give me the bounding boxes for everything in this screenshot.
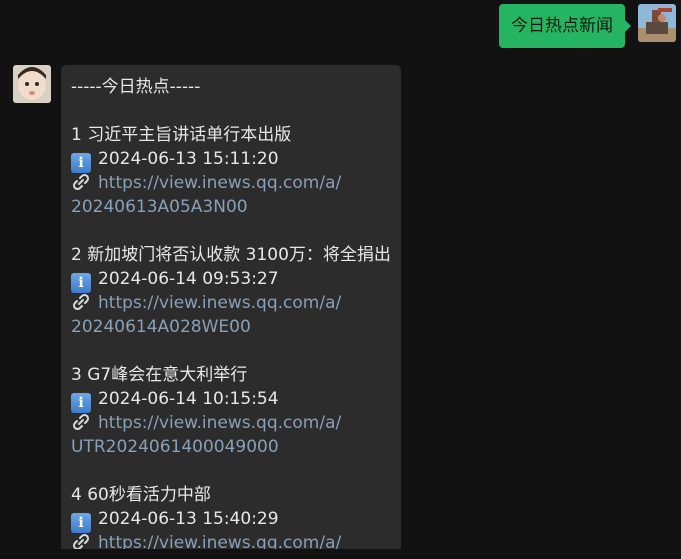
news-item-link-line: https://view.inews.qq.com/a/ — [71, 291, 401, 315]
link-icon — [72, 413, 90, 431]
news-header: -----今日热点----- — [71, 77, 201, 97]
outgoing-message-row: 今日热点新闻 — [499, 4, 676, 48]
news-item-link[interactable]: https://view.inews.qq.com/a/ — [98, 173, 341, 193]
news-item-time-line: i 2024-06-13 15:40:29 — [71, 507, 401, 533]
link-icon — [72, 293, 90, 311]
news-item-time: 2024-06-14 10:15:54 — [98, 389, 279, 409]
bot-avatar[interactable] — [13, 65, 51, 103]
news-item-link-line: https://view.inews.qq.com/a/ — [71, 171, 401, 195]
incoming-message-row: -----今日热点----- 1 习近平主旨讲话单行本出版 i 2024-06-1… — [13, 65, 401, 559]
news-item-title: 3 G7峰会在意大利举行 — [71, 365, 248, 385]
incoming-message-bubble[interactable]: -----今日热点----- 1 习近平主旨讲话单行本出版 i 2024-06-1… — [61, 65, 401, 559]
chat-window: 今日热点新闻 -----今日热点----- 1 习近平主旨讲话单行本出版 i 2… — [0, 0, 681, 559]
news-item-time: 2024-06-13 15:40:29 — [98, 509, 279, 529]
news-item-time-line: i 2024-06-14 09:53:27 — [71, 267, 401, 293]
news-item-link-line: https://view.inews.qq.com/a/ — [71, 411, 401, 435]
news-item-time-line: i 2024-06-13 15:11:20 — [71, 147, 401, 173]
chat-bottom-edge — [0, 549, 681, 559]
news-item-title: 2 新加坡门将否认收款 3100万：将全捐出 — [71, 245, 391, 265]
info-icon: i — [71, 273, 91, 293]
info-icon: i — [71, 153, 91, 173]
outgoing-message-text: 今日热点新闻 — [511, 16, 613, 36]
news-item-link-cont[interactable]: UTR2024061400049000 — [71, 435, 401, 459]
outgoing-message-bubble[interactable]: 今日热点新闻 — [499, 4, 631, 48]
news-item-link-cont[interactable]: 20240613A05A3N00 — [71, 195, 401, 219]
news-item-link[interactable]: https://view.inews.qq.com/a/ — [98, 413, 341, 433]
news-item-link-cont[interactable]: 20240614A028WE00 — [71, 315, 401, 339]
link-icon — [72, 173, 90, 191]
news-item-time: 2024-06-13 15:11:20 — [98, 149, 279, 169]
info-icon: i — [71, 393, 91, 413]
news-item-title: 1 习近平主旨讲话单行本出版 — [71, 125, 292, 145]
news-item-time-line: i 2024-06-14 10:15:54 — [71, 387, 401, 413]
news-item-link[interactable]: https://view.inews.qq.com/a/ — [98, 293, 341, 313]
news-item-time: 2024-06-14 09:53:27 — [98, 269, 279, 289]
news-item-title: 4 60秒看活力中部 — [71, 485, 211, 505]
self-avatar[interactable] — [638, 4, 676, 42]
info-icon: i — [71, 513, 91, 533]
